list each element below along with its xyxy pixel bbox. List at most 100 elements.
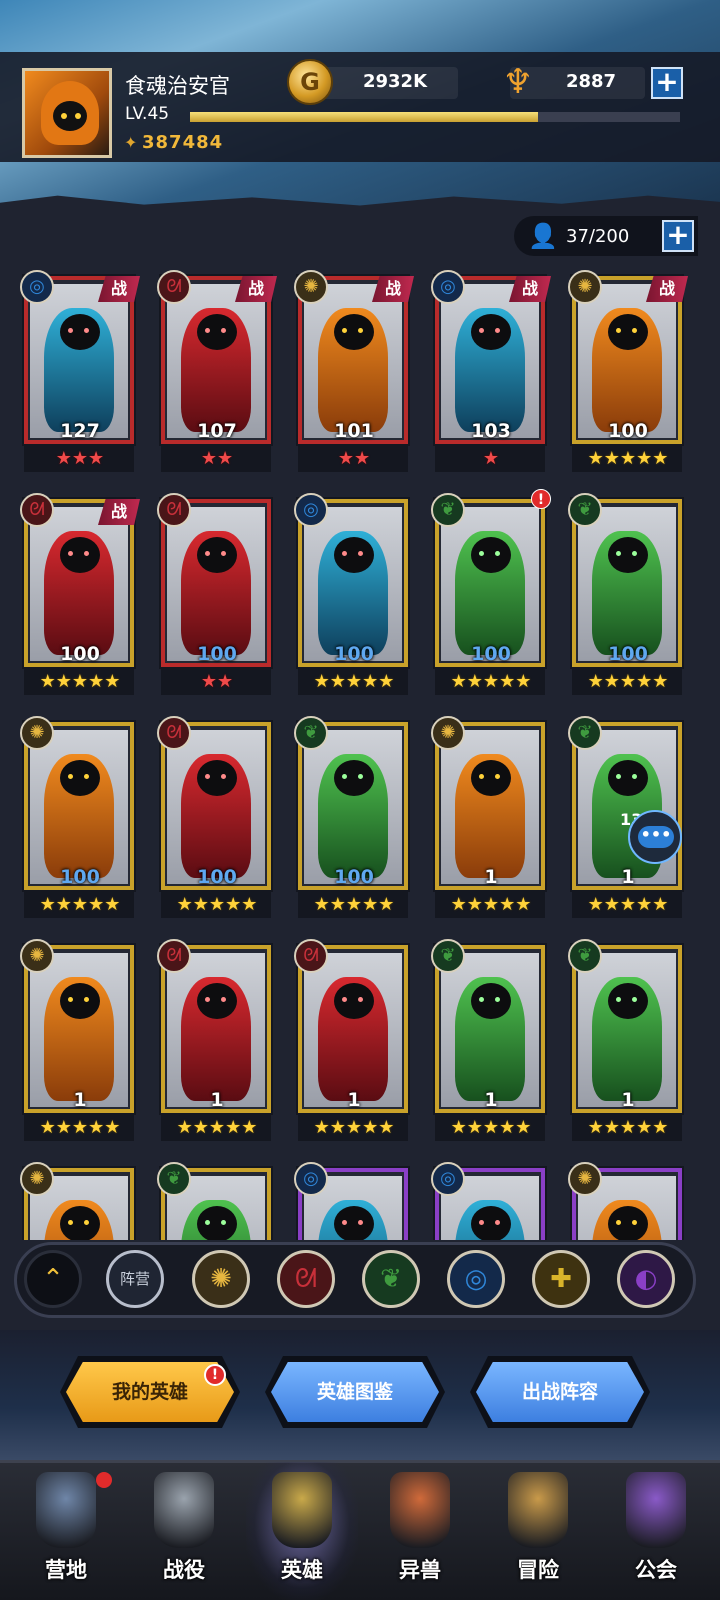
nav-camp[interactable]: 营地 xyxy=(10,1462,122,1600)
filter-dark-button[interactable]: ◐ xyxy=(617,1250,675,1308)
nav-guild[interactable]: 公会 xyxy=(600,1462,712,1600)
hero-card[interactable]: ◎ 战 103 ★ xyxy=(431,270,551,480)
nature-faction-icon: ❦ xyxy=(568,493,602,527)
hero-card[interactable]: ✺ 1 ★★★★★ xyxy=(20,939,140,1149)
hero-level: 107 xyxy=(197,420,237,442)
water-faction-icon: ◎ xyxy=(294,1162,328,1196)
hero-portrait xyxy=(167,730,265,884)
hero-count: 37/200 xyxy=(566,226,630,247)
hero-level: 100 xyxy=(608,420,648,442)
water-faction-icon: ◎ xyxy=(294,493,328,527)
hero-portrait xyxy=(304,953,402,1107)
light-faction-icon: ✺ xyxy=(210,1264,232,1294)
player-avatar[interactable] xyxy=(22,68,112,158)
hero-card[interactable]: ◎ xyxy=(431,1162,551,1240)
hero-card[interactable]: ❦ 100 ★★★★★ xyxy=(294,716,414,926)
hero-card[interactable]: ✺ 战 100 ★★★★★ xyxy=(568,270,688,480)
chat-icon: ••• xyxy=(638,826,674,848)
hero-portrait xyxy=(167,953,265,1107)
hero-star-rating: ★★★★★ xyxy=(39,894,121,915)
combat-power-icon: ✦ xyxy=(124,133,138,152)
hero-card[interactable]: ᘛ 100 ★★★★★ xyxy=(157,716,277,926)
player-name: 食魂治安官 xyxy=(125,74,230,98)
chat-button[interactable]: ••• xyxy=(628,810,682,864)
light-faction-icon: ✺ xyxy=(20,939,54,973)
hero-card[interactable]: ✺ xyxy=(568,1162,688,1240)
hero-level: 127 xyxy=(60,420,100,442)
hero-portrait xyxy=(30,730,128,884)
filter-water-button[interactable]: ◎ xyxy=(447,1250,505,1308)
gem-icon: ♆ xyxy=(502,62,534,102)
hero-card[interactable]: ✺ 战 101 ★★ xyxy=(294,270,414,480)
filter-nature-button[interactable]: ❦ xyxy=(362,1250,420,1308)
hero-portrait xyxy=(304,284,402,438)
hero-portrait xyxy=(30,953,128,1107)
nav-adventure[interactable]: 冒险 xyxy=(482,1462,594,1600)
hero-card[interactable]: ◎ 战 127 ★★★ xyxy=(20,270,140,480)
nav-battle[interactable]: 战役 xyxy=(128,1462,240,1600)
nature-faction-icon: ❦ xyxy=(568,716,602,750)
hero-portrait xyxy=(441,953,539,1107)
hero-level: 100 xyxy=(608,643,648,665)
hero-card[interactable]: ᘛ 1 ★★★★★ xyxy=(157,939,277,1149)
hero-portrait xyxy=(578,953,676,1107)
hero-codex-button[interactable]: 英雄图鉴 xyxy=(271,1362,439,1422)
hero-star-rating: ★★★★★ xyxy=(587,1117,669,1138)
hero-star-rating: ★★★★★ xyxy=(39,1117,121,1138)
nature-faction-icon: ❦ xyxy=(431,939,465,973)
hero-level: 100 xyxy=(197,643,237,665)
hero-card[interactable]: ✺ 1 ★★★★★ xyxy=(431,716,551,926)
light-faction-icon: ✺ xyxy=(568,1162,602,1196)
hero-card[interactable]: ᘛ 战 107 ★★ xyxy=(157,270,277,480)
hero-portrait xyxy=(441,507,539,661)
collapse-button[interactable]: ⌃ xyxy=(24,1250,82,1308)
hero-card[interactable]: ᘛ 1 ★★★★★ xyxy=(294,939,414,1149)
hero-star-rating: ★★★★★ xyxy=(450,671,532,692)
hero-level: 101 xyxy=(334,420,374,442)
add-gems-button[interactable]: + xyxy=(651,67,683,99)
hero-card[interactable]: ✺ xyxy=(20,1162,140,1240)
hero-card[interactable]: ❦ 1 ★★★★★ xyxy=(568,939,688,1149)
hero-card[interactable]: ❦ xyxy=(157,1162,277,1240)
nav-label: 营地 xyxy=(45,1558,87,1582)
hero-card[interactable]: ❦ 1 ★★★★★ xyxy=(431,939,551,1149)
fire-faction-icon: ᘛ xyxy=(20,493,54,527)
battle-lineup-button[interactable]: 出战阵容 xyxy=(476,1362,644,1422)
hero-star-rating: ★★★★★ xyxy=(450,894,532,915)
hero-level: 1 xyxy=(73,1089,87,1111)
hero-card[interactable]: ❦ 100 ★★★★★ xyxy=(568,493,688,703)
expand-hero-slots-button[interactable]: + xyxy=(662,220,694,252)
water-faction-icon: ◎ xyxy=(431,1162,465,1196)
filter-holy-button[interactable]: ✚ xyxy=(532,1250,590,1308)
water-faction-icon: ◎ xyxy=(464,1264,488,1294)
hero-card[interactable]: ᘛ 战 100 ★★★★★ xyxy=(20,493,140,703)
nav-label: 公会 xyxy=(635,1558,677,1582)
hero-card[interactable]: ◎ 100 ★★★★★ xyxy=(294,493,414,703)
hero-card[interactable]: ❦ 100 ★★★★★! xyxy=(431,489,551,703)
nav-label: 英雄 xyxy=(281,1558,323,1582)
hero-alert-badge: ! xyxy=(531,489,551,509)
hero-card[interactable]: ᘛ 100 ★★ xyxy=(157,493,277,703)
nav-hero[interactable]: 英雄 xyxy=(246,1462,358,1600)
hero-star-rating: ★★★★★ xyxy=(313,894,395,915)
gem-value: 2887 xyxy=(565,71,617,92)
hero-grid: ◎ 战 127 ★★★ ᘛ 战 107 ★★ ✺ 战 101 ★★ ◎ 战 103 ★ ✺ 战 100 ★★★★★ ᘛ 战… xyxy=(0,270,720,1240)
nav-beast[interactable]: 异兽 xyxy=(364,1462,476,1600)
hero-portrait xyxy=(167,507,265,661)
hero-level: 100 xyxy=(60,643,100,665)
hero-card[interactable]: ✺ 100 ★★★★★ xyxy=(20,716,140,926)
hero-star-rating: ★ xyxy=(482,448,500,469)
nature-faction-icon: ❦ xyxy=(157,1162,191,1196)
hero-portrait xyxy=(578,284,676,438)
fire-faction-icon: ᘛ xyxy=(157,270,191,304)
nature-faction-icon: ❦ xyxy=(431,493,465,527)
hero-star-rating: ★★★★★ xyxy=(587,894,669,915)
hero-star-rating: ★★ xyxy=(200,448,234,469)
camp-filter-button[interactable]: 阵营 xyxy=(106,1250,164,1308)
water-faction-icon: ◎ xyxy=(431,270,465,304)
hero-card[interactable]: ◎ xyxy=(294,1162,414,1240)
filter-fire-button[interactable]: ᘛ xyxy=(277,1250,335,1308)
hero-star-rating: ★★ xyxy=(200,671,234,692)
filter-light-button[interactable]: ✺ xyxy=(192,1250,250,1308)
hero-level: 1 xyxy=(484,866,498,888)
